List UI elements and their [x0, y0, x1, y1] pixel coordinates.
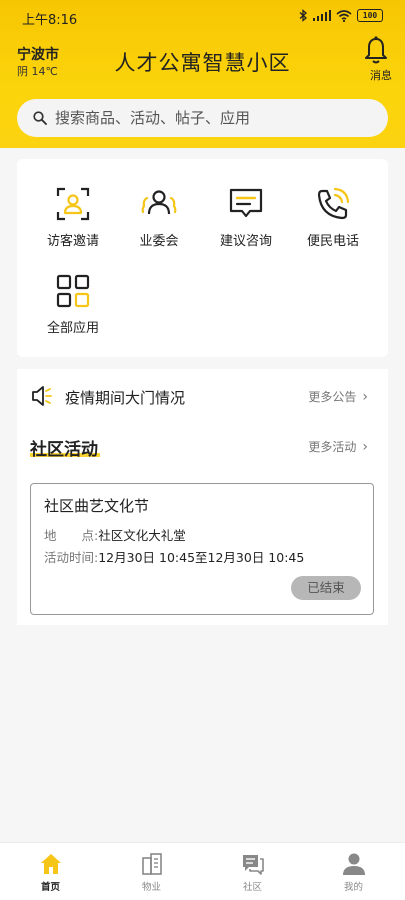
app-visitor-invite[interactable]: 访客邀请 [27, 186, 119, 249]
tab-label: 首页 [40, 882, 60, 893]
search-icon [33, 111, 47, 125]
app-label: 建议咨询 [219, 234, 272, 249]
notice-row[interactable]: 疫情期间大门情况 更多公告 › [17, 369, 388, 423]
event-name: 社区曲艺文化节 [44, 497, 150, 515]
event-card[interactable]: 社区曲艺文化节 地 点:社区文化大礼堂 活动时间:12月30日 10:45至12… [30, 483, 374, 615]
app-committee[interactable]: 业委会 [113, 186, 205, 249]
event-place-value: 社区文化大礼堂 [98, 528, 186, 543]
signal-icon [312, 10, 331, 21]
more-notices-link[interactable]: 更多公告 › [308, 388, 368, 405]
app-label: 全部应用 [46, 321, 99, 336]
event-time-value: 12月30日 10:45至12月30日 10:45 [98, 550, 305, 565]
more-activities-link[interactable]: 更多活动 › [308, 438, 368, 455]
wifi-icon [336, 9, 352, 22]
status-icons: 100 [299, 9, 383, 22]
visitor-icon [56, 187, 90, 221]
event-place-label: 地 点: [44, 528, 99, 543]
tab-profile[interactable]: 我的 [303, 843, 404, 900]
tab-home[interactable]: 首页 [0, 843, 101, 900]
user-icon [342, 853, 365, 875]
notice-text: 疫情期间大门情况 [65, 389, 186, 407]
chevron-right-icon: › [362, 389, 368, 405]
app-phone[interactable]: 便民电话 [287, 186, 379, 249]
content-card: 疫情期间大门情况 更多公告 › 社区活动 更多活动 › 社区曲艺文化节 地 点:社区… [17, 369, 388, 625]
status-bar: 上午8:16 100 [0, 0, 405, 34]
page-title: 人才公寓智慧小区 [114, 51, 291, 75]
building-icon [141, 853, 162, 875]
search-input[interactable] [55, 109, 355, 127]
header: 上午8:16 100 宁波市 阴 14℃ 人才公寓智慧小区 消息 [0, 0, 405, 148]
tab-property[interactable]: 物业 [101, 843, 202, 900]
committee-icon [141, 190, 177, 215]
bottom-tab-bar: 首页 物业 社区 我的 [0, 842, 405, 900]
message-label[interactable]: 消息 [370, 67, 392, 83]
status-badge: 已结束 [291, 576, 361, 600]
bell-icon[interactable] [363, 36, 389, 66]
phone-icon [317, 187, 350, 220]
event-place: 地 点:社区文化大礼堂 [44, 525, 186, 544]
battery-icon: 100 [357, 9, 383, 22]
app-all[interactable]: 全部应用 [27, 273, 119, 336]
home-icon [40, 854, 61, 874]
chevron-right-icon: › [362, 439, 368, 455]
chat-icon [242, 855, 264, 875]
app-label: 访客邀请 [46, 234, 99, 249]
app-label: 业委会 [139, 234, 179, 249]
all-apps-icon [56, 274, 90, 308]
bluetooth-icon [299, 9, 307, 22]
tab-label: 物业 [141, 882, 161, 893]
event-time: 活动时间:12月30日 10:45至12月30日 10:45 [44, 547, 304, 566]
app-suggestion[interactable]: 建议咨询 [200, 186, 292, 249]
more-notices-label: 更多公告 [308, 390, 357, 404]
suggestion-icon [229, 188, 263, 218]
tab-community[interactable]: 社区 [202, 843, 303, 900]
tab-label: 我的 [343, 882, 363, 893]
status-time: 上午8:16 [22, 13, 78, 28]
search-bar[interactable] [17, 99, 388, 137]
megaphone-icon [32, 386, 52, 406]
tab-label: 社区 [242, 882, 262, 893]
app-label: 便民电话 [306, 234, 359, 249]
more-activities-label: 更多活动 [308, 440, 357, 454]
app-grid: 访客邀请 业委会 建议咨询 便民电话 全部应用 [17, 159, 388, 357]
event-time-label: 活动时间: [44, 550, 99, 565]
activities-title: 社区活动 [30, 440, 98, 460]
